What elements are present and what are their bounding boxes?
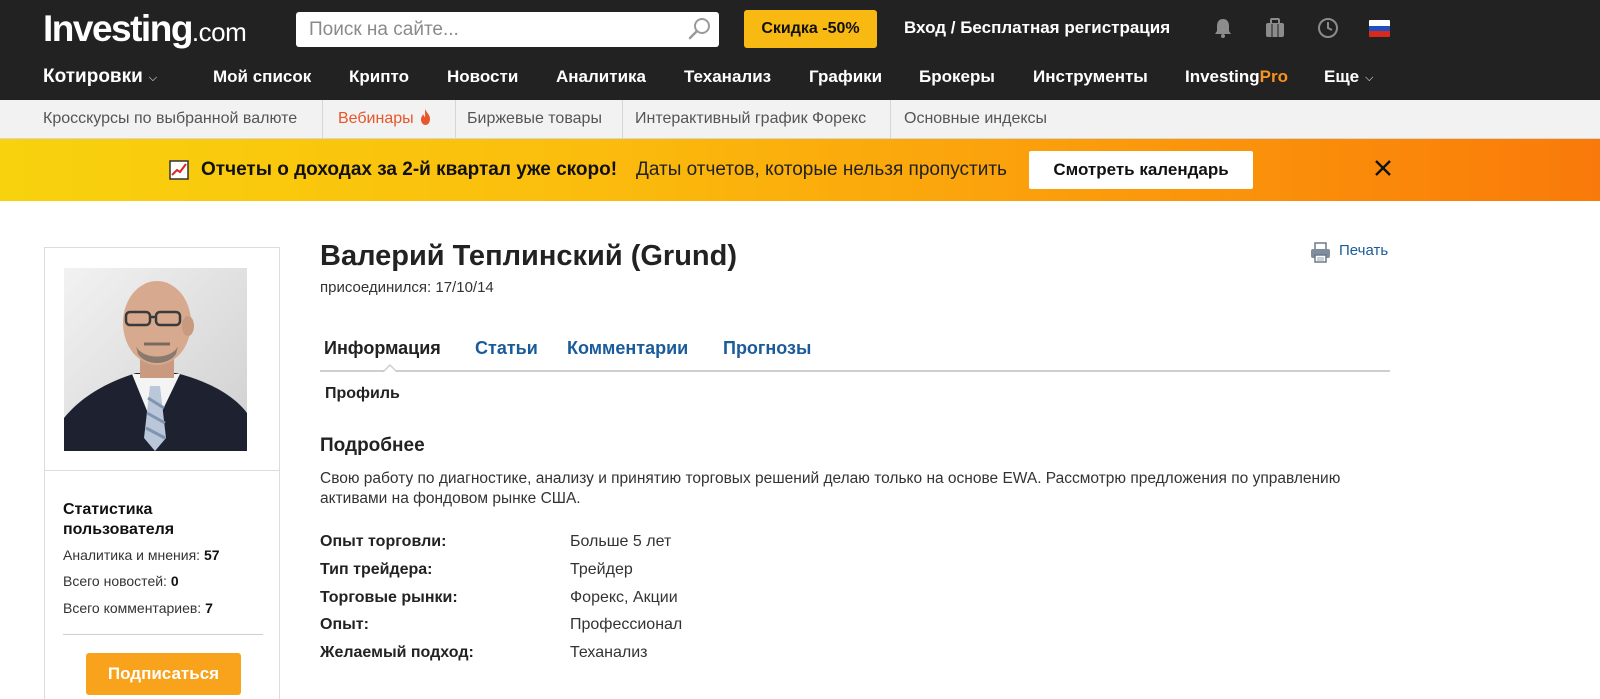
tab-comments[interactable]: Комментарии: [567, 338, 688, 359]
nav-quotes-label: Котировки: [43, 66, 143, 87]
banner-headline: Отчеты о доходах за 2-й квартал уже скор…: [201, 159, 618, 180]
detail-label: Опыт:: [320, 616, 369, 633]
subnav-divider: [890, 100, 891, 138]
nav-more[interactable]: Еще ⌵: [1324, 67, 1373, 87]
nav-watchlist[interactable]: Мой список: [213, 67, 311, 87]
nav-charts[interactable]: Графики: [809, 67, 882, 87]
stats-title: Статистика пользователя: [63, 501, 175, 538]
fire-icon: [420, 109, 430, 125]
sub-navigation: Кросскурсы по выбранной валюте Вебинары …: [0, 100, 1600, 139]
subnav-divider: [455, 100, 456, 138]
subnav-webinars-label: Вебинары: [338, 110, 414, 127]
bell-icon[interactable]: [1212, 17, 1234, 39]
joined-date: присоединился: 17/10/14: [320, 279, 494, 296]
search-icon[interactable]: [687, 16, 713, 42]
investing-logo[interactable]: Investing.com: [43, 8, 247, 57]
main-navigation: Котировки ⌵ Мой список Крипто Новости Ана…: [0, 60, 1600, 100]
profile-name: Валерий Теплинский (Grund): [320, 240, 738, 272]
briefcase-icon[interactable]: [1264, 17, 1286, 39]
detail-label: Желаемый подход:: [320, 644, 474, 661]
detail-value: Больше 5 лет: [570, 533, 672, 550]
stat-analysis: Аналитика и мнения: 57: [63, 547, 220, 563]
chevron-down-icon: ⌵: [1365, 72, 1374, 84]
nav-analysis[interactable]: Аналитика: [556, 67, 646, 87]
subnav-divider: [322, 100, 323, 138]
detail-value: Теханализ: [570, 644, 648, 661]
detail-value: Трейдер: [570, 561, 633, 578]
about-text: Свою работу по диагностике, анализу и пр…: [320, 470, 1341, 507]
subnav-webinars[interactable]: Вебинары: [338, 100, 432, 138]
pro-main-text: Investing: [1185, 67, 1260, 86]
stat-value: 57: [203, 547, 220, 563]
detail-value: Форекс, Акции: [570, 589, 678, 606]
printer-icon: [1311, 242, 1330, 263]
tab-info[interactable]: Информация: [324, 338, 441, 359]
stats-divider: [63, 634, 263, 635]
pro-suffix-text: Pro: [1259, 67, 1288, 86]
stat-value: 7: [205, 600, 213, 616]
detail-label: Торговые рынки:: [320, 589, 458, 606]
subnav-divider: [622, 100, 623, 138]
site-header: Investing.com Скидка -50% Вход / Бесплат…: [0, 0, 1600, 100]
logo-domain-text: .com: [191, 17, 247, 47]
view-calendar-button[interactable]: Смотреть календарь: [1029, 151, 1253, 189]
detail-label: Опыт торговли:: [320, 533, 447, 550]
tab-forecasts[interactable]: Прогнозы: [723, 338, 811, 359]
stat-label: Всего комментариев:: [63, 600, 202, 616]
logo-main-text: Investing: [43, 8, 193, 49]
russia-flag-icon[interactable]: [1369, 20, 1390, 37]
nav-technical[interactable]: Теханализ: [684, 67, 771, 87]
nav-brokers[interactable]: Брокеры: [919, 67, 995, 87]
chevron-down-icon: ⌵: [148, 72, 158, 84]
nav-news[interactable]: Новости: [447, 67, 518, 87]
nav-investing-pro[interactable]: InvestingPro: [1185, 67, 1288, 87]
stat-label: Аналитика и мнения:: [63, 547, 201, 563]
subnav-cross-rates[interactable]: Кросскурсы по выбранной валюте: [43, 100, 297, 138]
avatar: [64, 268, 247, 451]
close-icon[interactable]: [1373, 158, 1393, 178]
nav-crypto[interactable]: Крипто: [349, 67, 409, 87]
discount-promo-button[interactable]: Скидка -50%: [744, 10, 877, 48]
user-sidebar: Статистика пользователя Аналитика и мнен…: [44, 247, 280, 699]
subnav-major-indices[interactable]: Основные индексы: [904, 100, 1047, 138]
nav-quotes[interactable]: Котировки ⌵: [43, 66, 157, 88]
login-register-link[interactable]: Вход / Бесплатная регистрация: [904, 18, 1170, 38]
stat-news: Всего новостей: 0: [63, 573, 179, 589]
detail-value: Профессионал: [570, 616, 683, 633]
search-input[interactable]: [296, 12, 676, 47]
tab-articles[interactable]: Статьи: [475, 338, 538, 359]
clock-icon[interactable]: [1317, 17, 1339, 39]
search-box: [296, 12, 719, 47]
print-label: Печать: [1339, 242, 1389, 259]
banner-subtext: Даты отчетов, которые нельзя пропустить: [636, 159, 1007, 180]
nav-tools[interactable]: Инструменты: [1033, 67, 1148, 87]
detail-label: Тип трейдера:: [320, 561, 433, 578]
page: Investing.com Скидка -50% Вход / Бесплат…: [0, 0, 1600, 699]
sidebar-divider: [45, 470, 279, 471]
profile-tabs: Информация Статьи Комментарии Прогнозы: [320, 338, 1390, 372]
subtab-profile[interactable]: Профиль: [325, 385, 400, 403]
subnav-forex-chart[interactable]: Интерактивный график Форекс: [635, 100, 866, 138]
stat-label: Всего новостей:: [63, 573, 167, 589]
earnings-banner: Отчеты о доходах за 2-й квартал уже скор…: [0, 139, 1600, 201]
subscribe-button[interactable]: Подписаться: [86, 653, 241, 695]
stat-value: 0: [170, 573, 179, 589]
chart-up-icon: [169, 160, 189, 180]
subnav-commodities[interactable]: Биржевые товары: [467, 100, 602, 138]
active-tab-caret: [383, 364, 397, 373]
stat-comments: Всего комментариев: 7: [63, 600, 213, 616]
section-title: Подробнее: [320, 435, 425, 456]
nav-more-label: Еще: [1324, 67, 1360, 86]
